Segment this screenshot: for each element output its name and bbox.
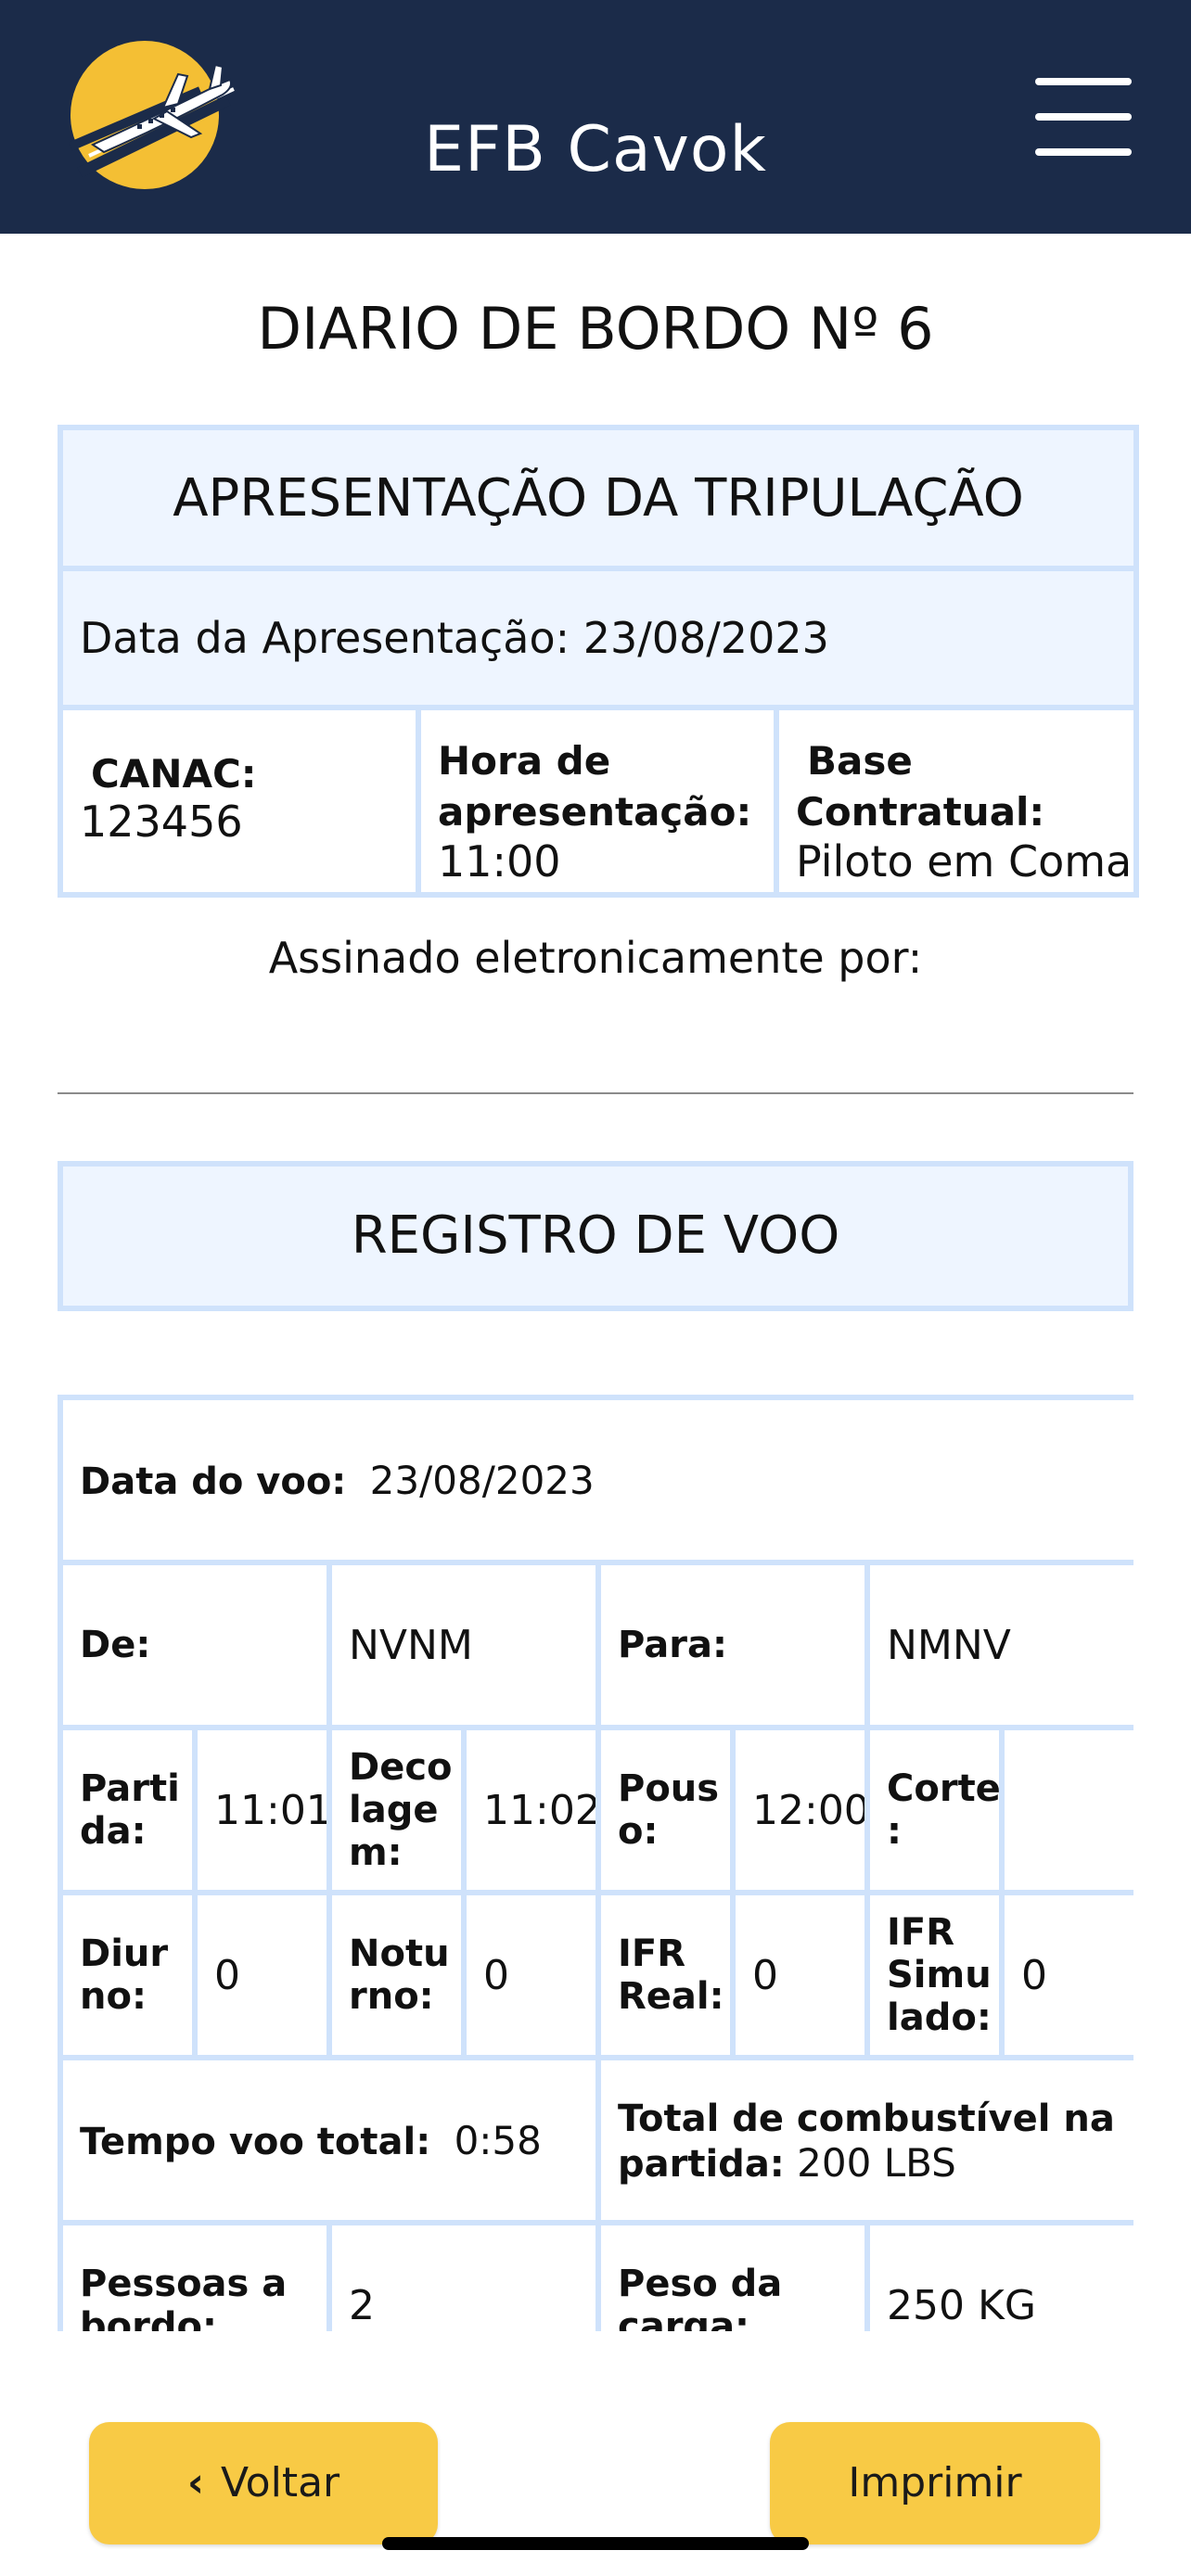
registro-table: Data do voo: 23/08/2023 De: NVNM Para: N… <box>58 1395 1133 2331</box>
pouso-value: 12:00 <box>730 1725 870 1895</box>
para-value: NMNV <box>864 1560 1133 1730</box>
signature-line <box>58 1092 1133 1094</box>
signed-text: Assinado eletronicamente por: <box>268 933 923 983</box>
imprimir-label: Imprimir <box>848 2459 1022 2506</box>
ifr-real-label: IFR Real: <box>596 1890 736 2060</box>
imprimir-button[interactable]: Imprimir <box>770 2422 1100 2544</box>
base-value: Piloto em Comando <box>796 836 1133 886</box>
base-label-1: Base <box>807 738 913 784</box>
voltar-button[interactable]: ‹ Voltar <box>89 2422 438 2544</box>
decolagem-value: 11:02 <box>461 1725 601 1895</box>
tempo-total-value: 0:58 <box>454 2117 542 2163</box>
ifr-simulado-label: IFR Simu lado: <box>864 1890 1005 2060</box>
data-voo-value: 23/08/2023 <box>369 1457 595 1503</box>
partida-value: 11:01 <box>192 1725 332 1895</box>
apresentacao-date: Data da Apresentação: 23/08/2023 <box>57 566 1140 710</box>
hora-value: 11:00 <box>438 836 561 886</box>
voltar-label: Voltar <box>221 2459 340 2506</box>
chevron-left-icon: ‹ <box>186 2459 204 2506</box>
data-voo-cell: Data do voo: 23/08/2023 <box>58 1395 1133 1565</box>
base-contratual-cell: Base Contratual: Piloto em Comando <box>773 705 1140 898</box>
apresentacao-title: APRESENTAÇÃO DA TRIPULAÇÃO <box>57 425 1140 571</box>
noturno-label: Notu rno: <box>327 1890 467 2060</box>
noturno-value: 0 <box>461 1890 601 2060</box>
canac-value: 123456 <box>80 797 243 847</box>
combustivel-cell: Total de combustível na partida: 200 LBS <box>596 2055 1133 2225</box>
canac-cell: CANAC: 123456 <box>58 705 421 898</box>
ifr-simulado-value: 0 <box>999 1890 1133 2060</box>
decolagem-label: Deco lage m: <box>327 1725 467 1895</box>
apresentacao-date-label: Data da Apresentação: <box>80 613 570 663</box>
pouso-label: Pous o: <box>596 1725 736 1895</box>
apresentacao-table: APRESENTAÇÃO DA TRIPULAÇÃO Data da Apres… <box>57 425 1140 898</box>
hora-apresentacao-cell: Hora de apresentação: 11:00 <box>416 705 779 898</box>
app-header: EFB Cavok <box>0 0 1191 234</box>
diurno-value: 0 <box>192 1890 332 2060</box>
peso-value: 250 KG <box>864 2220 1133 2331</box>
hamburger-menu-icon[interactable] <box>1035 76 1133 158</box>
page-title: DIARIO DE BORDO Nº 6 <box>257 295 934 363</box>
peso-label: Peso da carga: <box>596 2220 870 2331</box>
corte-label: Corte : <box>864 1725 1005 1895</box>
hora-label-1: Hora de <box>438 738 611 784</box>
registro-title: REGISTRO DE VOO <box>58 1161 1133 1311</box>
data-voo-label: Data do voo: <box>80 1460 347 1503</box>
ifr-real-value: 0 <box>730 1890 870 2060</box>
hora-label-2: apresentação: <box>438 789 752 835</box>
partida-label: Parti da: <box>58 1725 198 1895</box>
canac-label: CANAC: <box>91 751 257 797</box>
base-label-2: Contratual: <box>796 789 1045 835</box>
de-label: De: <box>58 1560 332 1730</box>
registro-scroll-area[interactable]: Data do voo: 23/08/2023 De: NVNM Para: N… <box>58 1395 1133 2331</box>
diurno-label: Diur no: <box>58 1890 198 2060</box>
app-title: EFB Cavok <box>424 113 767 186</box>
pessoas-label: Pessoas a bordo: <box>58 2220 332 2331</box>
tempo-total-cell: Tempo voo total: 0:58 <box>58 2055 601 2225</box>
tempo-total-label: Tempo voo total: <box>80 2120 431 2163</box>
corte-value <box>999 1725 1133 1895</box>
combustivel-value: 200 LBS <box>797 2140 956 2186</box>
home-indicator[interactable] <box>382 2537 809 2550</box>
de-value: NVNM <box>327 1560 601 1730</box>
pessoas-value: 2 <box>327 2220 601 2331</box>
para-label: Para: <box>596 1560 870 1730</box>
apresentacao-date-value: 23/08/2023 <box>583 613 829 663</box>
